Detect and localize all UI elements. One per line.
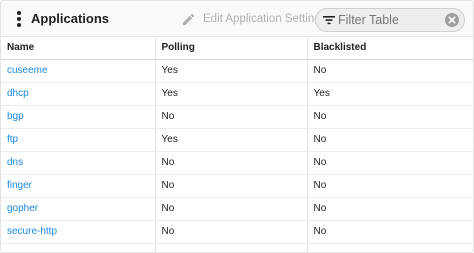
blacklisted-cell: No [306,220,473,244]
applications-panel: Applications Edit Application Settings F… [0,0,474,253]
app-name-cell: ftp [1,128,155,152]
app-name-cell: secure-http [1,220,155,244]
polling-cell: No [154,105,307,129]
app-link[interactable]: bgp [7,111,24,122]
panel-toolbar: Applications Edit Application Settings [1,1,473,37]
polling-cell: No [154,151,307,175]
table-header-row: Name Polling Blacklisted [1,37,473,60]
blacklisted-cell: No [306,105,473,129]
polling-cell: Yes [154,59,307,83]
filler-cell [306,243,473,252]
table-row: cuseeme Yes No [1,59,473,83]
edit-button-label: Edit Application Settings [203,13,327,25]
table-row: gopher No No [1,197,473,221]
edit-application-settings-button[interactable]: Edit Application Settings [181,9,326,29]
table-row: dhcp Yes Yes [1,82,473,106]
filter-list-icon [323,16,335,25]
app-link[interactable]: dhcp [7,88,29,99]
app-name-cell: cuseeme [1,59,155,83]
pencil-icon [182,13,195,25]
applications-table: Name Polling Blacklisted cuseeme Yes No … [1,37,473,252]
app-link[interactable]: gopher [7,203,38,214]
app-name-cell: dns [1,151,155,175]
polling-cell: Yes [154,128,307,152]
clear-circle-icon[interactable] [445,13,459,27]
polling-cell: No [154,197,307,221]
filler-cell [1,243,155,252]
app-name-cell: bgp [1,105,155,129]
blacklisted-cell: No [306,151,473,175]
blacklisted-cell: Yes [306,82,473,106]
app-link[interactable]: ftp [7,134,18,145]
table-row: dns No No [1,151,473,175]
blacklisted-cell: No [306,197,473,221]
filler-cell [154,243,307,252]
table-row: ftp Yes No [1,128,473,152]
filter-table-field [315,8,465,32]
app-link[interactable]: secure-http [7,226,57,237]
column-header-blacklisted[interactable]: Blacklisted [306,37,473,60]
column-header-polling[interactable]: Polling [154,37,307,60]
table-row: finger No No [1,174,473,198]
app-name-cell: dhcp [1,82,155,106]
polling-cell: No [154,220,307,244]
column-header-name[interactable]: Name [1,37,155,60]
app-link[interactable]: dns [7,157,23,168]
app-name-cell: gopher [1,197,155,221]
polling-cell: Yes [154,82,307,106]
app-name-cell: finger [1,174,155,198]
more-vert-icon[interactable] [10,8,28,30]
polling-cell: No [154,174,307,198]
table-row: secure-http No No [1,220,473,244]
table-filler-row [1,243,473,252]
filter-table-input[interactable] [338,10,438,30]
blacklisted-cell: No [306,59,473,83]
blacklisted-cell: No [306,174,473,198]
app-link[interactable]: cuseeme [7,65,48,76]
blacklisted-cell: No [306,128,473,152]
table-row: bgp No No [1,105,473,129]
panel-title: Applications [31,11,110,26]
app-link[interactable]: finger [7,180,32,191]
